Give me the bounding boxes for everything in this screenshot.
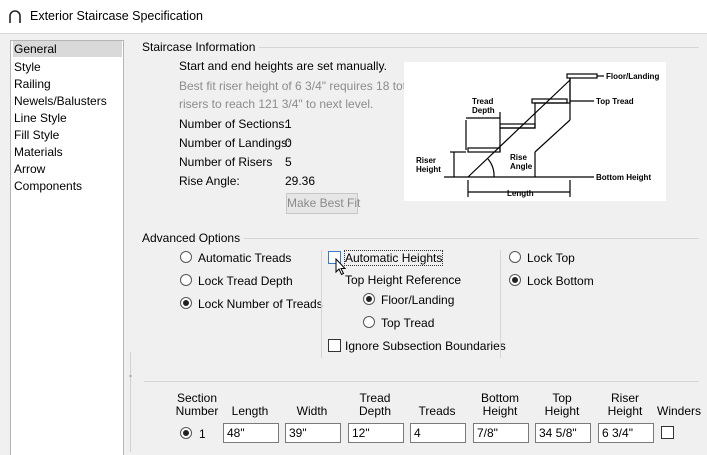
- section-winders-checkbox[interactable]: [661, 426, 674, 439]
- sidebar-item-materials[interactable]: Materials: [14, 144, 63, 160]
- column-header-riser-height: Riser Height: [607, 391, 643, 418]
- staircase-diagram: Floor/Landing Top Tread Tread Depth Rise…: [404, 62, 666, 201]
- sections-count-value: 1: [285, 117, 292, 131]
- diagram-label-angle: Angle: [510, 162, 533, 171]
- title-bar: Exterior Staircase Specification: [0, 0, 707, 34]
- column-divider: [321, 250, 322, 358]
- staircase-info-label: Staircase Information: [142, 40, 260, 54]
- column-header-bottom-height: Bottom Height: [480, 391, 519, 418]
- risers-count-value: 5: [285, 155, 292, 169]
- risers-count-label: Number of Risers: [179, 155, 273, 169]
- section-number-value: 1: [199, 427, 206, 441]
- section-bottom-height-input[interactable]: 7/8": [473, 423, 529, 443]
- column-divider: [500, 250, 501, 358]
- lock-bottom-label[interactable]: Lock Bottom: [527, 274, 594, 288]
- lock-tread-depth-radio[interactable]: [180, 274, 192, 286]
- best-fit-hint-line2: risers to reach 121 3/4" to next level.: [179, 97, 374, 111]
- diagram-label-rise: Rise: [510, 153, 527, 162]
- rise-angle-label: Rise Angle:: [179, 174, 240, 188]
- sidebar-item-line-style[interactable]: Line Style: [14, 110, 67, 126]
- ignore-subsection-boundaries-checkbox[interactable]: [328, 339, 341, 352]
- make-best-fit-button[interactable]: Make Best Fit: [286, 193, 360, 214]
- lock-number-of-treads-label[interactable]: Lock Number of Treads: [198, 297, 323, 311]
- diagram-label-depth: Depth: [472, 106, 495, 115]
- column-header-tread-depth: Tread Depth: [358, 391, 392, 418]
- automatic-treads-radio[interactable]: [180, 251, 192, 263]
- section-row-select-radio[interactable]: [180, 427, 192, 439]
- pane-splitter-handle[interactable]: [128, 352, 133, 452]
- advanced-options-label: Advanced Options: [142, 231, 245, 245]
- lock-top-radio[interactable]: [509, 251, 521, 263]
- lock-tread-depth-label[interactable]: Lock Tread Depth: [198, 274, 293, 288]
- column-header-section-number: Section Number: [175, 391, 219, 418]
- diagram-label-length: Length: [507, 189, 534, 198]
- column-header-winders: Winders: [657, 404, 702, 418]
- sidebar-item-fill-style[interactable]: Fill Style: [14, 127, 59, 143]
- landings-count-value: 0: [285, 136, 292, 150]
- diagram-label-height: Height: [416, 165, 441, 174]
- rise-angle-value: 29.36: [285, 174, 316, 188]
- diagram-label-tread: Tread: [472, 97, 493, 106]
- sidebar-item-components[interactable]: Components: [14, 178, 82, 194]
- landings-count-label: Number of Landings:: [179, 136, 291, 150]
- staircase-diagram-drawing: Floor/Landing Top Tread Tread Depth Rise…: [416, 72, 659, 198]
- section-riser-height-input[interactable]: 6 3/4": [598, 423, 654, 443]
- sections-divider: [144, 381, 699, 382]
- diagram-label-bottom-height: Bottom Height: [596, 173, 651, 182]
- manual-heights-note: Start and end heights are set manually.: [179, 59, 387, 73]
- floor-landing-radio[interactable]: [363, 293, 375, 305]
- top-tread-label[interactable]: Top Tread: [381, 316, 434, 330]
- automatic-heights-label[interactable]: Automatic Heights: [343, 250, 444, 266]
- section-tread-depth-input[interactable]: 12": [348, 423, 404, 443]
- sidebar-item-railing[interactable]: Railing: [14, 76, 51, 92]
- sidebar-item-newels-balusters[interactable]: Newels/Balusters: [14, 93, 107, 109]
- column-header-top-height: Top Height: [544, 391, 580, 418]
- section-treads-input[interactable]: 4: [410, 423, 466, 443]
- section-top-height-input[interactable]: 34 5/8": [535, 423, 591, 443]
- window-title: Exterior Staircase Specification: [30, 9, 203, 23]
- best-fit-hint-line1: Best fit riser height of 6 3/4" requires…: [179, 79, 416, 93]
- section-length-input[interactable]: 48": [223, 423, 279, 443]
- lock-top-label[interactable]: Lock Top: [527, 251, 575, 265]
- diagram-label-riser: Riser: [416, 156, 436, 165]
- sidebar-item-general[interactable]: General: [13, 41, 122, 57]
- category-sidebar[interactable]: General Style Railing Newels/Balusters L…: [10, 40, 124, 455]
- lock-bottom-radio[interactable]: [509, 274, 521, 286]
- column-header-length: Length: [231, 404, 269, 418]
- top-height-reference-label: Top Height Reference: [345, 273, 462, 287]
- diagram-label-top-tread: Top Tread: [596, 97, 634, 106]
- section-width-input[interactable]: 39": [285, 423, 341, 443]
- sidebar-item-style[interactable]: Style: [14, 59, 41, 75]
- column-header-treads: Treads: [418, 404, 456, 418]
- diagram-label-floor-landing: Floor/Landing: [606, 72, 659, 81]
- column-header-width: Width: [296, 404, 328, 418]
- top-tread-radio[interactable]: [363, 316, 375, 328]
- staircase-arch-icon: [9, 10, 21, 23]
- ignore-subsection-boundaries-label[interactable]: Ignore Subsection Boundaries: [345, 339, 506, 353]
- automatic-treads-label[interactable]: Automatic Treads: [198, 251, 291, 265]
- sidebar-item-arrow[interactable]: Arrow: [14, 161, 45, 177]
- sections-count-label: Number of Sections:: [179, 117, 288, 131]
- lock-number-of-treads-radio[interactable]: [180, 297, 192, 309]
- floor-landing-label[interactable]: Floor/Landing: [381, 293, 454, 307]
